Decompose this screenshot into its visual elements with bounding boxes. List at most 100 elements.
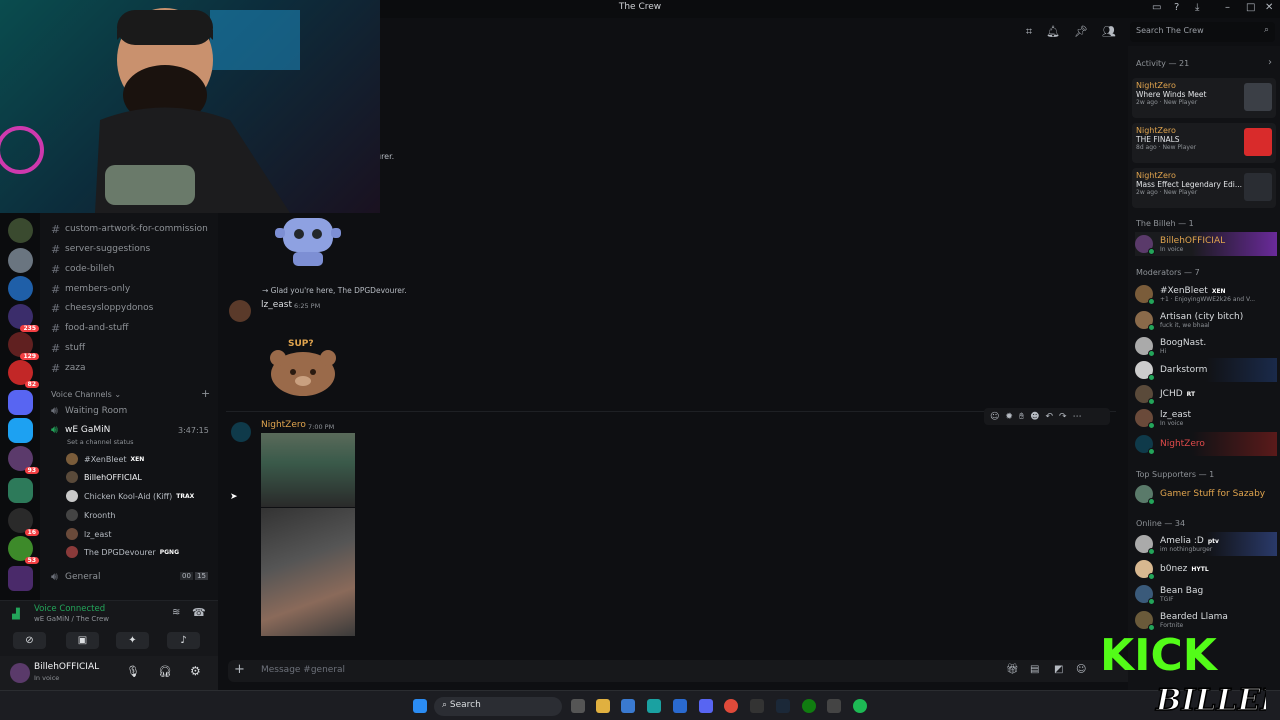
voice-member[interactable]: BillehOFFICIAL: [66, 469, 142, 485]
member-item[interactable]: b0nez HYTL: [1135, 557, 1277, 581]
server-icon[interactable]: [8, 276, 33, 301]
channel-item[interactable]: # server-suggestions: [51, 240, 150, 258]
channel-status-placeholder[interactable]: Set a channel status: [67, 438, 134, 446]
spotify-icon[interactable]: [853, 699, 867, 713]
server-icon[interactable]: 129: [8, 332, 39, 360]
channel-item[interactable]: # food-and-stuff: [51, 319, 128, 337]
reply-icon[interactable]: ↶: [1045, 412, 1053, 422]
steam-icon[interactable]: [776, 699, 790, 713]
member-item[interactable]: BillehOFFICIAL In voice: [1135, 232, 1277, 256]
download-icon[interactable]: ⤓: [1195, 2, 1199, 13]
inbox-icon[interactable]: ▭: [1152, 2, 1161, 13]
server-icon[interactable]: 82: [8, 360, 39, 388]
help-icon[interactable]: ?: [1174, 2, 1179, 13]
server-icon[interactable]: 16: [8, 508, 39, 536]
bell-icon[interactable]: 🔔︎: [1046, 25, 1060, 39]
taskbar-search[interactable]: ⌕ Search: [434, 697, 562, 716]
activity-card[interactable]: NightZero THE FINALS 8d ago · New Player: [1132, 123, 1276, 163]
voice-member[interactable]: Chicken Kool-Aid (Kiff) TRAX: [66, 488, 194, 504]
microphone-icon[interactable]: 🎙︎: [126, 665, 140, 678]
server-icon[interactable]: [8, 418, 33, 443]
member-item[interactable]: Bean Bag TGIF: [1135, 582, 1277, 606]
voice-member[interactable]: Kroonth: [66, 507, 115, 523]
task-view-icon[interactable]: [571, 699, 585, 713]
voice-channel-active[interactable]: 🔊︎ wE GaMiN: [51, 421, 110, 439]
soundboard-button[interactable]: ♪: [167, 632, 200, 649]
server-icon[interactable]: [8, 566, 33, 591]
voice-member[interactable]: #XenBleet XEN: [66, 451, 144, 467]
more-icon[interactable]: ⋯: [1073, 412, 1082, 422]
member-item[interactable]: #XenBleet XEN +1 · EnjoyingWWE2k26 and V..…: [1135, 282, 1277, 306]
channel-item[interactable]: # code-billeh: [51, 260, 114, 278]
voice-location[interactable]: wE GaMiN / The Crew: [34, 615, 109, 623]
search-input[interactable]: Search The Crew ⌕: [1130, 22, 1275, 42]
server-icon[interactable]: 235: [8, 304, 39, 332]
server-icon[interactable]: [8, 218, 33, 243]
gift-icon[interactable]: 🎁︎: [1006, 664, 1019, 675]
reaction-icon[interactable]: ☺: [990, 412, 999, 422]
activities-button[interactable]: ✦: [116, 632, 149, 649]
avatar[interactable]: [10, 663, 30, 683]
member-item[interactable]: BoogNast. Hi: [1135, 334, 1277, 358]
store-icon[interactable]: [621, 699, 635, 713]
threads-icon[interactable]: ⌗: [1026, 25, 1032, 39]
voice-channel-waiting-room[interactable]: 🔊︎ Waiting Room: [51, 402, 127, 420]
forward-icon[interactable]: ↷: [1059, 412, 1067, 422]
voice-member[interactable]: lz_east: [66, 526, 112, 542]
server-icon[interactable]: [8, 248, 33, 273]
channel-item[interactable]: # custom-artwork-for-commission: [51, 220, 208, 238]
message-author[interactable]: lz_east: [261, 300, 292, 310]
chrome-icon[interactable]: [724, 699, 738, 713]
server-icon[interactable]: 53: [8, 536, 39, 564]
member-item[interactable]: Amelia :D ptv im nothingburger: [1135, 532, 1277, 556]
chevron-right-icon[interactable]: ›: [1268, 57, 1272, 68]
gear-icon[interactable]: ⚙: [190, 664, 201, 678]
member-item[interactable]: Artisan (city bitch) fuck it, we bhaal: [1135, 308, 1277, 332]
add-channel-icon[interactable]: +: [201, 387, 210, 400]
pin-icon[interactable]: 📌︎: [1074, 25, 1088, 39]
member-item[interactable]: Gamer Stuff for Sazaby: [1135, 482, 1277, 506]
file-explorer-icon[interactable]: [596, 699, 610, 713]
avatar[interactable]: [229, 300, 251, 322]
member-item[interactable]: NightZero: [1135, 432, 1277, 456]
server-icon[interactable]: [8, 478, 33, 503]
terminal-icon[interactable]: [750, 699, 764, 713]
disconnect-icon[interactable]: ☎: [192, 606, 206, 619]
message-input[interactable]: Message #general: [261, 665, 345, 675]
channel-item[interactable]: # stuff: [51, 339, 85, 357]
attachment-image[interactable]: [261, 508, 355, 636]
activity-card[interactable]: NightZero Mass Effect Legendary Edi... 2…: [1132, 168, 1276, 208]
start-icon[interactable]: [413, 699, 427, 713]
members-icon[interactable]: 👥︎: [1102, 25, 1116, 39]
fire-icon[interactable]: ✹: [1005, 412, 1013, 422]
headphones-icon[interactable]: 🎧︎: [158, 665, 172, 678]
sticker-icon[interactable]: ◩: [1054, 664, 1063, 675]
voice-channels-header[interactable]: Voice Channels ⌄: [51, 390, 121, 399]
edge-icon[interactable]: [647, 699, 661, 713]
voice-channel-general[interactable]: 🔊︎ General: [51, 568, 100, 586]
avatar[interactable]: [231, 422, 251, 442]
member-item[interactable]: JCHD RT: [1135, 382, 1277, 406]
server-icon[interactable]: 93: [8, 446, 39, 474]
message-author[interactable]: NightZero: [261, 420, 306, 430]
maximize-icon[interactable]: □: [1246, 2, 1255, 13]
close-icon[interactable]: ✕: [1265, 2, 1273, 13]
add-attachment-icon[interactable]: +: [234, 662, 245, 677]
activity-card[interactable]: NightZero Where Winds Meet 2w ago · New …: [1132, 78, 1276, 118]
channel-item[interactable]: # members-only: [51, 280, 130, 298]
member-item[interactable]: Darkstorm: [1135, 358, 1277, 382]
server-icon[interactable]: [8, 390, 33, 415]
voice-member[interactable]: The DPGDevourer PGNG: [66, 544, 179, 560]
attachment-image[interactable]: [261, 433, 355, 507]
emoji-icon[interactable]: ☺: [1076, 664, 1086, 675]
noise-suppression-icon[interactable]: ≋: [172, 607, 180, 618]
react-icon[interactable]: ✋︎: [1019, 412, 1024, 422]
gif-icon[interactable]: ▤: [1030, 664, 1039, 675]
xbox-icon[interactable]: [802, 699, 816, 713]
screen-share-button[interactable]: ▣: [66, 632, 99, 649]
app-icon[interactable]: [827, 699, 841, 713]
add-reaction-icon[interactable]: ☻: [1030, 412, 1039, 422]
minimize-icon[interactable]: –: [1225, 2, 1230, 13]
channel-item[interactable]: # zaza: [51, 359, 85, 377]
signal-icon[interactable]: ▟: [12, 609, 20, 620]
